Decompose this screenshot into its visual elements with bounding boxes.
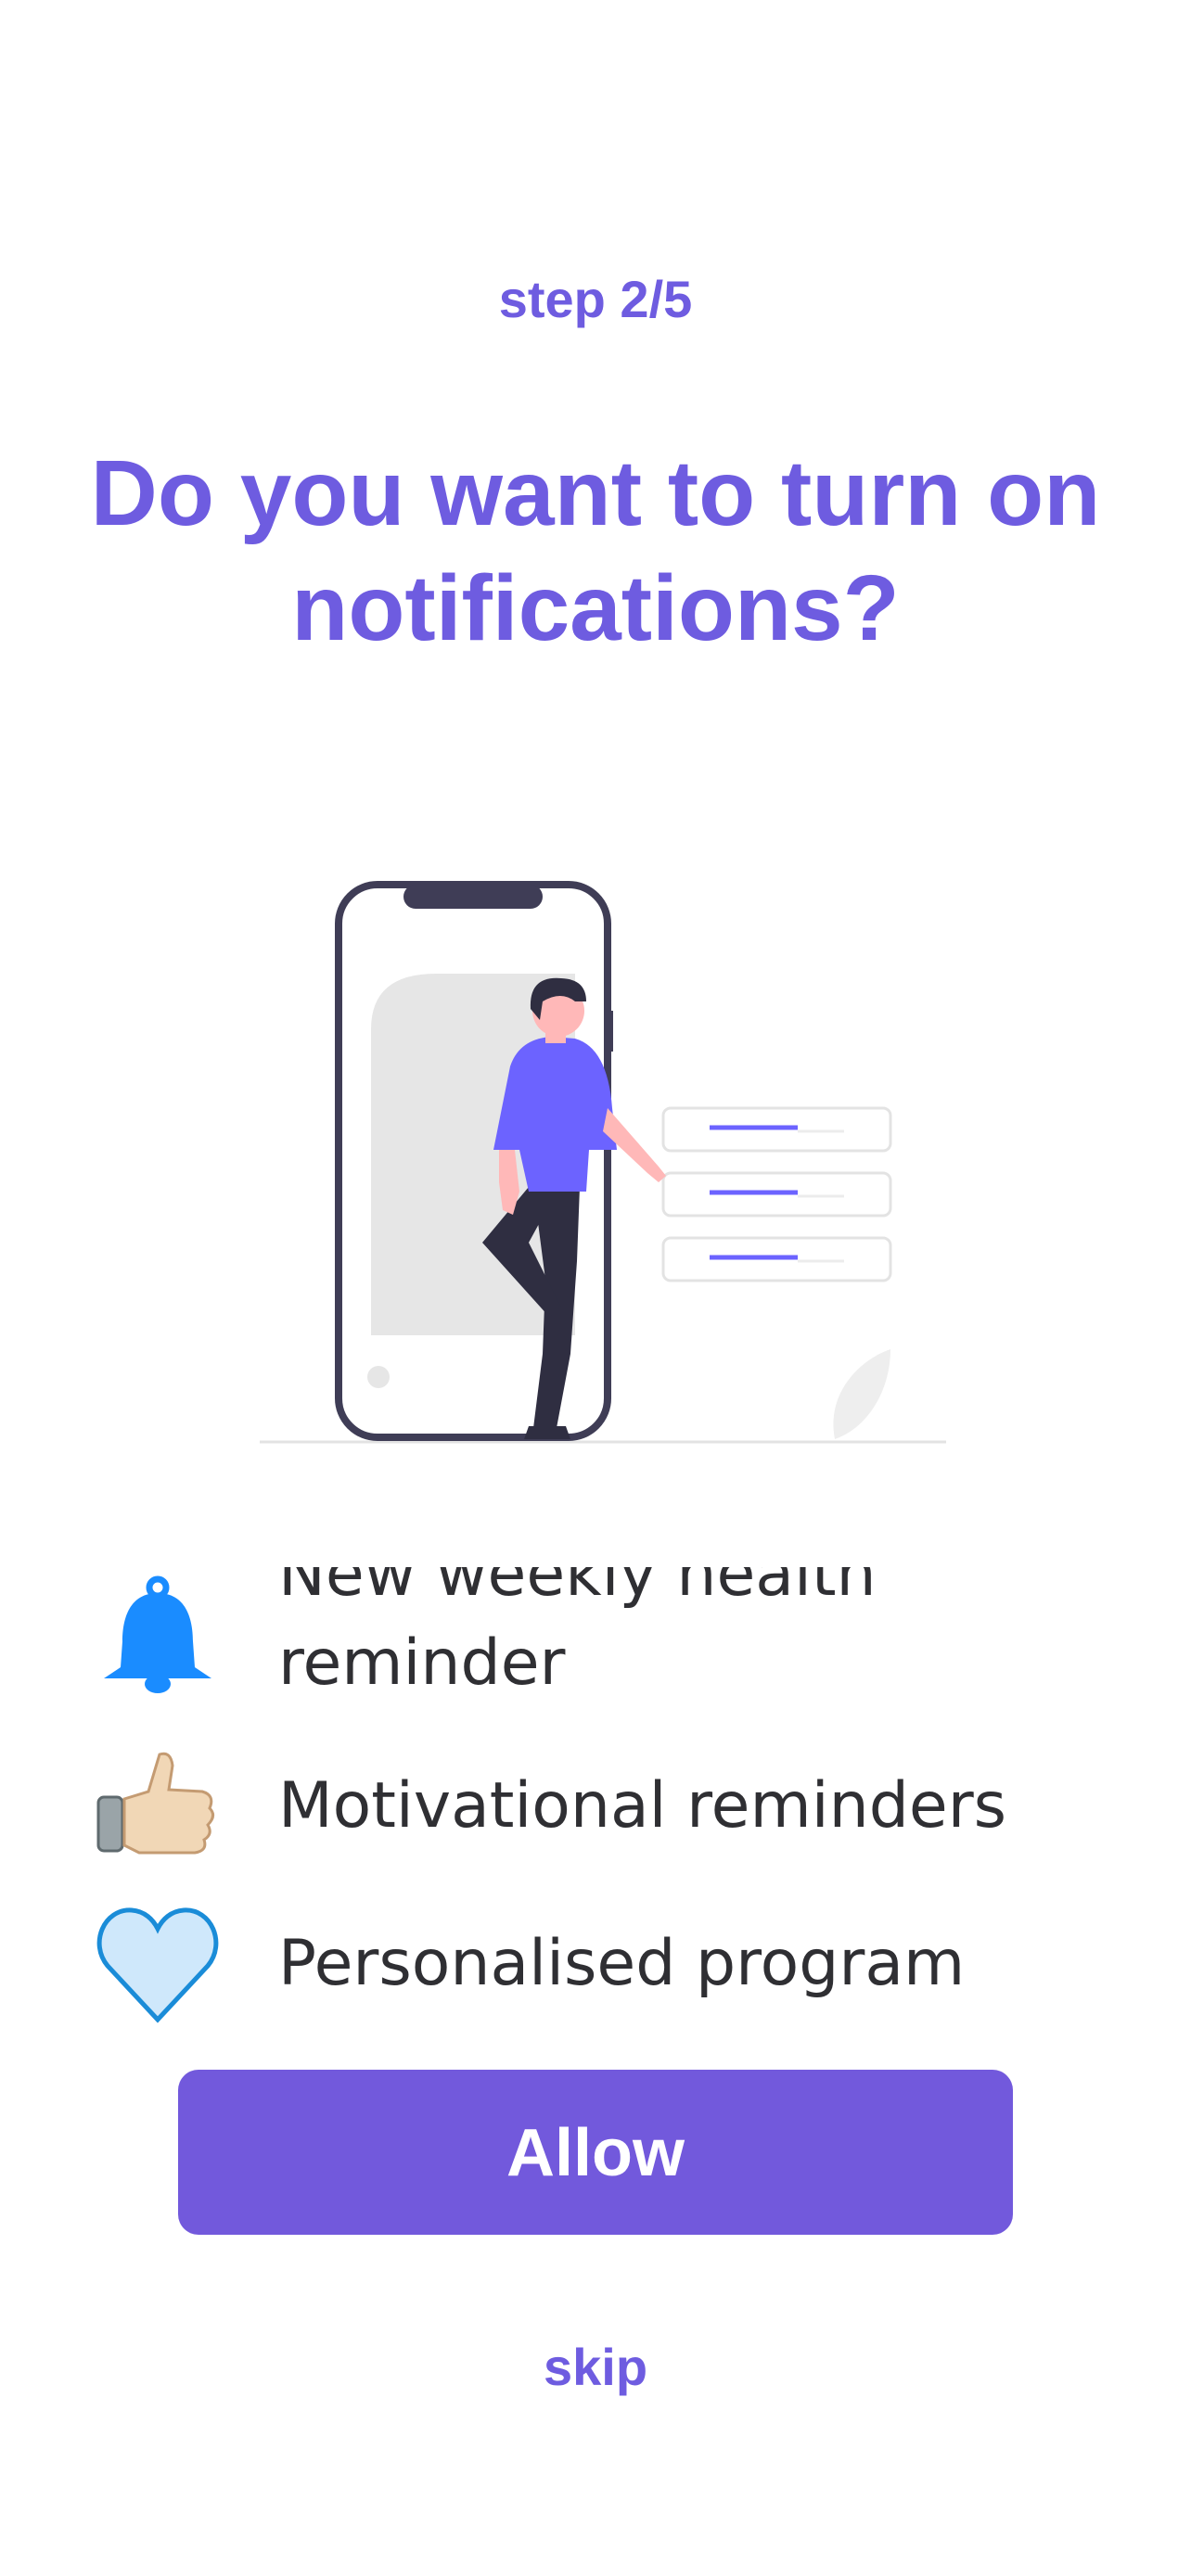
feature-label-clip: New weekly health reminder [278,1567,1113,1695]
allow-button[interactable]: Allow [178,2070,1013,2235]
thumbs-up-icon [93,1743,223,1873]
feature-label: New weekly health reminder [278,1567,877,1695]
page-title: Do you want to turn on notifications? [90,441,1101,660]
phone-notifications-illustration [250,872,955,1447]
feature-item-weekly-reminder: New weekly health reminder [93,1567,1122,1695]
bell-icon [93,1567,223,1697]
skip-link[interactable]: skip [0,2337,1191,2397]
feature-label: Motivational reminders [278,1769,1007,1843]
feature-item-motivational: Motivational reminders [93,1743,1122,1864]
heart-icon [93,1901,223,2031]
feature-label: Personalised program [278,1927,966,2000]
step-indicator: step 2/5 [498,270,693,328]
feature-item-personalised: Personalised program [93,1901,1122,2023]
